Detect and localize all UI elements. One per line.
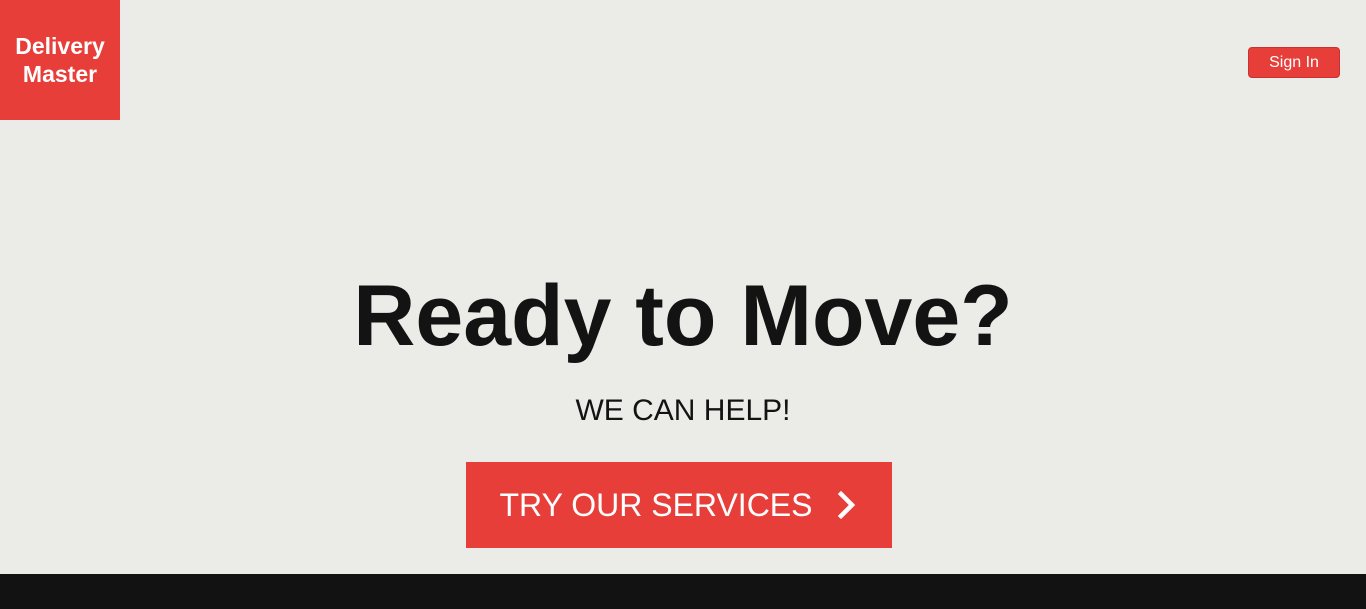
hero-title: Ready to Move? [353, 268, 1013, 364]
try-our-services-button[interactable]: TRY OUR SERVICES [466, 462, 892, 548]
sign-in-button[interactable]: Sign In [1248, 47, 1340, 78]
footer-bar [0, 574, 1366, 609]
brand-logo[interactable]: Delivery Master [0, 0, 120, 120]
brand-logo-line1: Delivery [15, 33, 105, 59]
cta-label: TRY OUR SERVICES [499, 486, 813, 523]
hero-subtitle: WE CAN HELP! [575, 394, 791, 427]
chevron-right-icon [836, 490, 858, 520]
brand-logo-line2: Master [22, 61, 98, 87]
